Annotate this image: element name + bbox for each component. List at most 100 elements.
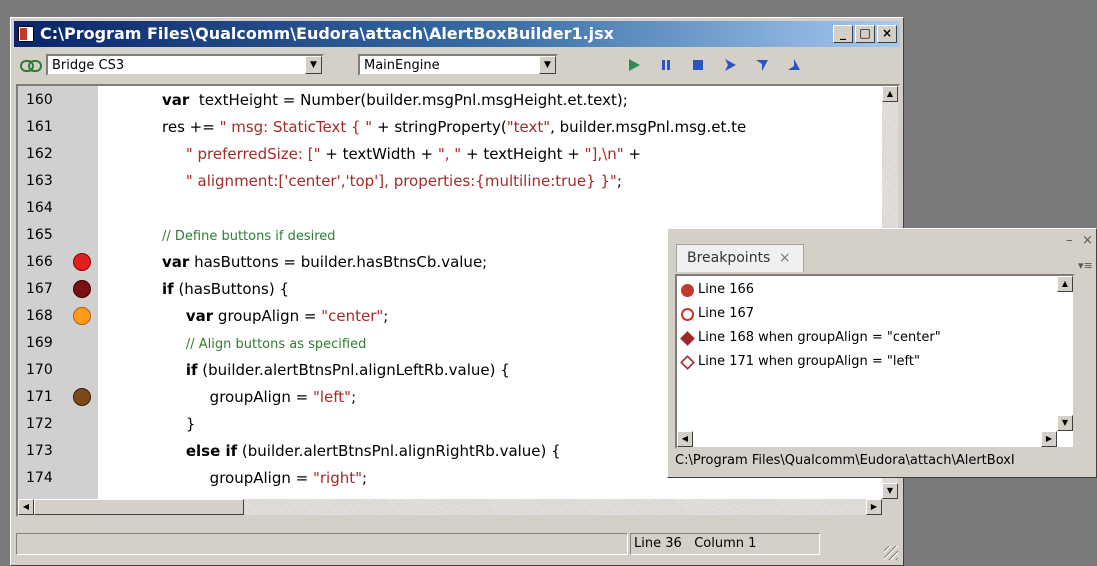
code-token: "],\n"	[584, 145, 624, 163]
code-token: ;	[383, 307, 389, 325]
breakpoints-panel: Breakpoints × – × ▾≡ ▲ ▼ ◀ ▶ Line 166 Lin…	[667, 228, 1097, 478]
code-line[interactable]: " preferredSize: [" + textWidth + ", " +…	[162, 141, 641, 168]
code-token: + textHeight +	[461, 145, 585, 163]
code-token: groupAlign =	[162, 469, 313, 487]
breakpoint-label: Line 166	[698, 282, 755, 297]
breakpoint-marker-icon[interactable]	[73, 280, 91, 298]
scroll-up-icon[interactable]: ▲	[882, 86, 898, 102]
code-token: ;	[362, 469, 368, 487]
line-number: 167	[26, 281, 53, 297]
list-scroll-right-icon[interactable]: ▶	[1041, 431, 1057, 447]
engine-select[interactable]: MainEngine ▼	[358, 54, 558, 76]
code-line[interactable]: var groupAlign = "center";	[162, 303, 389, 330]
breakpoint-marker-icon[interactable]	[73, 307, 91, 325]
target-app-select[interactable]: Bridge CS3 ▼	[46, 54, 324, 76]
code-line[interactable]: groupAlign = "left";	[162, 384, 356, 411]
code-token: "center"	[321, 307, 384, 325]
panel-close-icon[interactable]: ×	[1082, 233, 1093, 248]
list-scroll-down-icon[interactable]: ▼	[1057, 415, 1073, 431]
resize-grip-icon[interactable]	[884, 546, 898, 560]
code-line[interactable]: if (hasButtons) {	[162, 276, 289, 303]
line-number: 164	[26, 200, 53, 216]
step-over-icon[interactable]	[721, 56, 739, 74]
line-number: 162	[26, 146, 53, 162]
line-number: 166	[26, 254, 53, 270]
code-token: "text"	[506, 118, 551, 136]
code-token: var	[162, 253, 190, 271]
breakpoint-list-item[interactable]: Line 171 when groupAlign = "left"	[680, 351, 920, 373]
pause-icon[interactable]	[657, 56, 675, 74]
panel-menu-icon[interactable]: ▾≡	[1078, 259, 1093, 272]
breakpoints-file-path: C:\Program Files\Qualcomm\Eudora\attach\…	[675, 453, 1015, 468]
run-icon[interactable]	[625, 56, 643, 74]
horizontal-scrollbar[interactable]: ◀ ▶	[18, 499, 882, 515]
chevron-down-icon[interactable]: ▼	[539, 56, 556, 74]
code-token: + textWidth +	[320, 145, 438, 163]
line-number: 174	[26, 470, 53, 486]
scroll-down-icon[interactable]: ▼	[882, 483, 898, 499]
app-icon	[18, 26, 34, 42]
line-number: 163	[26, 173, 53, 189]
line-number: 169	[26, 335, 53, 351]
tab-breakpoints-label: Breakpoints	[687, 250, 771, 266]
code-token: + stringProperty(	[372, 118, 507, 136]
stop-icon[interactable]	[689, 56, 707, 74]
chevron-down-icon[interactable]: ▼	[305, 56, 322, 74]
cursor-position: Line 36 Column 1	[630, 533, 820, 555]
breakpoint-list-item[interactable]: Line 166	[681, 279, 754, 301]
code-line[interactable]: }	[162, 411, 196, 438]
code-token: , builder.msgPnl.msg.et.te	[550, 118, 747, 136]
code-line[interactable]: res += " msg: StaticText { " + stringPro…	[162, 114, 746, 141]
code-token: hasButtons = builder.hasBtnsCb.value;	[189, 253, 488, 271]
close-tab-icon[interactable]: ×	[779, 250, 791, 266]
code-token: ;	[616, 172, 622, 190]
breakpoint-marker-icon[interactable]	[73, 388, 91, 406]
code-token: // Align buttons as specified	[185, 337, 367, 352]
breakpoint-enabled-icon	[681, 283, 694, 297]
code-line[interactable]: var hasButtons = builder.hasBtnsCb.value…	[162, 249, 487, 276]
code-line[interactable]: " alignment:['center','top'], properties…	[162, 168, 622, 195]
conditional-breakpoint-disabled-icon	[680, 354, 695, 370]
title-bar[interactable]: C:\Program Files\Qualcomm\Eudora\attach\…	[14, 21, 900, 47]
code-token: res +=	[162, 118, 220, 136]
code-token: if	[162, 280, 174, 298]
code-line[interactable]: else if (builder.alertBtnsPnl.alignRight…	[162, 438, 561, 465]
code-token: }	[162, 415, 196, 433]
scroll-left-icon[interactable]: ◀	[18, 499, 34, 515]
close-button[interactable]: ×	[877, 25, 897, 43]
code-token: textHeight = Number(builder.msgPnl.msgHe…	[189, 91, 628, 109]
status-message	[16, 533, 628, 555]
breakpoint-list-item[interactable]: Line 168 when groupAlign = "center"	[680, 327, 941, 349]
line-number: 168	[26, 308, 53, 324]
toolbar: Bridge CS3 ▼ MainEngine ▼	[14, 50, 900, 80]
code-token: (hasButtons) {	[173, 280, 290, 298]
line-gutter[interactable]: 160 161 162 163 164 165 166 167 168 169 170 171 172 1…	[18, 86, 98, 499]
list-scroll-left-icon[interactable]: ◀	[677, 431, 693, 447]
minimize-button[interactable]: _	[833, 25, 853, 43]
breakpoint-marker-icon[interactable]	[73, 253, 91, 271]
scroll-right-icon[interactable]: ▶	[866, 499, 882, 515]
link-icon[interactable]	[20, 59, 42, 72]
engine-value: MainEngine	[364, 57, 440, 73]
code-token: else if	[185, 442, 238, 460]
status-bar: Line 36 Column 1	[16, 522, 900, 562]
step-into-icon[interactable]	[753, 56, 771, 74]
breakpoints-list[interactable]: ▲ ▼ ◀ ▶ Line 166 Line 167 Line 168 when gr…	[675, 274, 1075, 449]
list-scroll-up-icon[interactable]: ▲	[1057, 276, 1073, 292]
code-line[interactable]: // Align buttons as specified	[162, 330, 367, 357]
horizontal-scroll-thumb[interactable]	[34, 499, 244, 515]
code-line[interactable]: var textHeight = Number(builder.msgPnl.m…	[162, 87, 628, 114]
maximize-button[interactable]: □	[855, 25, 875, 43]
tab-breakpoints[interactable]: Breakpoints ×	[676, 244, 804, 272]
target-app-value: Bridge CS3	[52, 57, 125, 73]
code-line[interactable]: groupAlign = "right";	[162, 465, 367, 492]
window-title: C:\Program Files\Qualcomm\Eudora\attach\…	[40, 24, 614, 43]
line-number: 170	[26, 362, 53, 378]
panel-minimize-icon[interactable]: –	[1066, 233, 1073, 248]
breakpoint-list-item[interactable]: Line 167	[681, 303, 754, 325]
code-line[interactable]: if (builder.alertBtnsPnl.alignLeftRb.val…	[162, 357, 510, 384]
status-line: Line 36	[634, 536, 682, 551]
step-out-icon[interactable]	[785, 56, 803, 74]
code-line[interactable]: // Define buttons if desired	[162, 222, 336, 249]
